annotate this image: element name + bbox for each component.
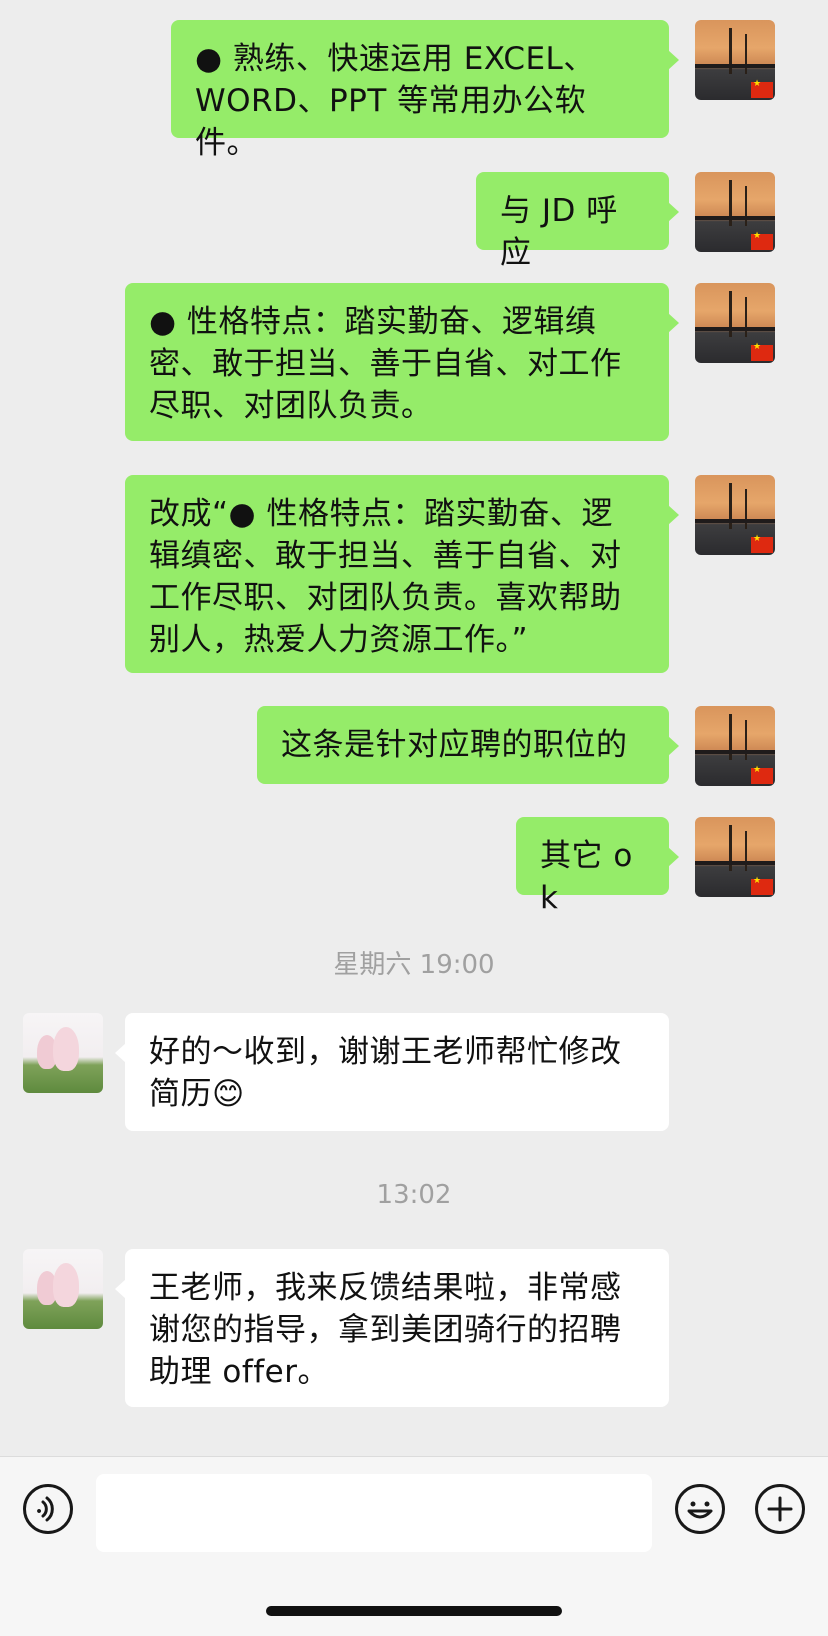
message-bubble[interactable]: ● 熟练、快速运用 EXCEL、 WORD、PPT 等常用办公软件。 — [171, 20, 679, 161]
china-flag-icon — [751, 231, 773, 250]
message-bubble[interactable]: 王老师，我来反馈结果啦，非常感 谢您的指导，拿到美团骑行的招聘 助理 offer… — [115, 1249, 669, 1407]
emoji-icon[interactable] — [675, 1484, 725, 1534]
self-avatar[interactable] — [695, 283, 775, 363]
message-bubble[interactable]: 好的～收到，谢谢王老师帮忙修改 简历😊 — [115, 1013, 669, 1131]
input-bar — [0, 1456, 828, 1636]
self-avatar[interactable] — [695, 817, 775, 897]
china-flag-icon — [751, 342, 773, 361]
china-flag-icon — [751, 765, 773, 784]
timestamp: 星期六 19:00 — [333, 950, 495, 980]
message-bubble[interactable]: ● 性格特点：踏实勤奋、逻辑缜 密、敢于担当、善于自省、对工作 尽职、对团队负责… — [125, 283, 679, 441]
self-avatar[interactable] — [695, 172, 775, 252]
contact-avatar[interactable] — [23, 1249, 103, 1329]
message-bubble[interactable]: 改成“● 性格特点：踏实勤奋、逻 辑缜密、敢于担当、善于自省、对 工作尽职、对团… — [125, 475, 679, 673]
self-avatar[interactable] — [695, 475, 775, 555]
plus-icon[interactable] — [755, 1484, 805, 1534]
china-flag-icon — [751, 534, 773, 553]
chat-screen: ● 熟练、快速运用 EXCEL、 WORD、PPT 等常用办公软件。 与 JD … — [0, 0, 828, 1636]
message-bubble[interactable]: 与 JD 呼应 — [476, 172, 679, 271]
timestamp: 13:02 — [376, 1180, 452, 1210]
self-avatar[interactable] — [695, 706, 775, 786]
home-indicator[interactable] — [266, 1606, 562, 1616]
china-flag-icon — [751, 876, 773, 895]
voice-icon[interactable] — [23, 1484, 73, 1534]
china-flag-icon — [751, 79, 773, 98]
message-bubble[interactable]: 这条是针对应聘的职位的 — [257, 706, 679, 784]
message-list[interactable]: ● 熟练、快速运用 EXCEL、 WORD、PPT 等常用办公软件。 与 JD … — [0, 0, 828, 1456]
self-avatar[interactable] — [695, 20, 775, 100]
contact-avatar[interactable] — [23, 1013, 103, 1093]
message-bubble[interactable]: 其它 ok — [516, 817, 679, 916]
message-input[interactable] — [96, 1474, 652, 1552]
